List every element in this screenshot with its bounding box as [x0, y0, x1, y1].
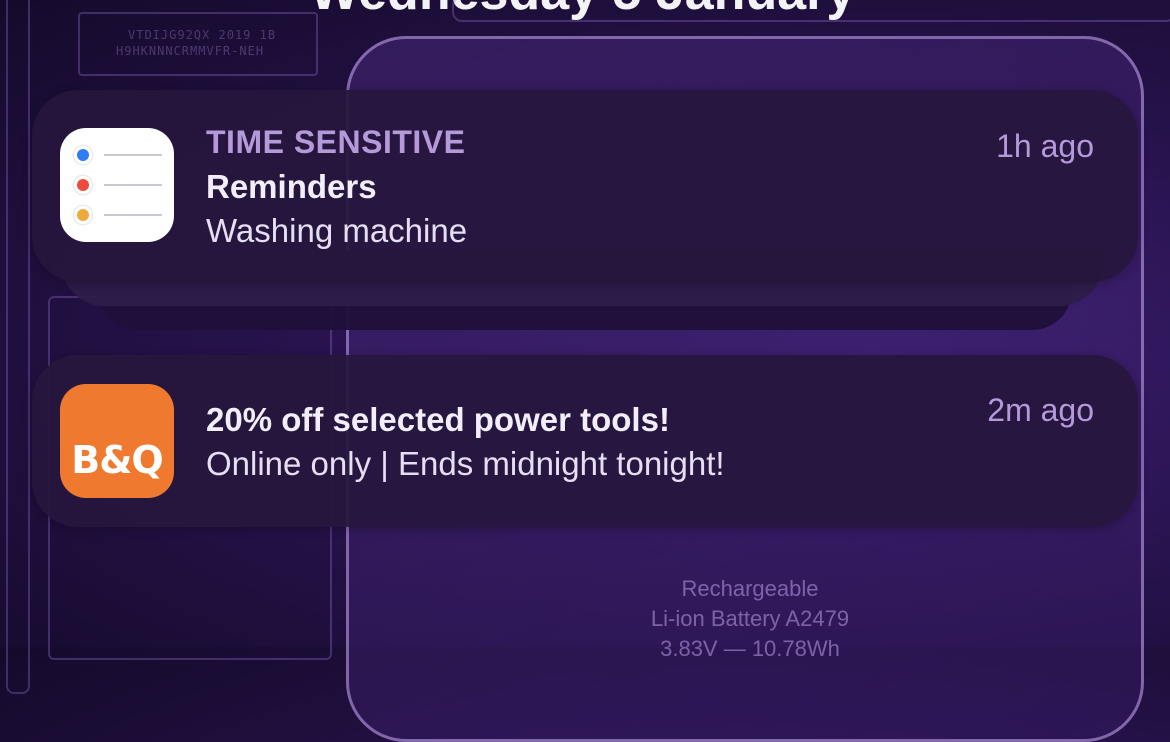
reminders-app-icon: [60, 128, 174, 242]
notification-reminders[interactable]: TIME SENSITIVE Reminders Washing machine…: [32, 90, 1138, 282]
battery-label-1: Rechargeable: [681, 576, 819, 601]
notification-body: Online only | Ends midnight tonight!: [206, 445, 725, 482]
wallpaper-serial-1: VTDIJG92QX 2019 1B: [128, 28, 277, 42]
notification-bq[interactable]: B&Q 20% off selected power tools! Online…: [32, 355, 1138, 527]
notification-time: 1h ago: [996, 128, 1094, 164]
orange-dot-icon: [74, 206, 92, 224]
bq-logo: B&Q: [71, 438, 163, 482]
blue-dot-icon: [74, 146, 92, 164]
bq-app-icon: B&Q: [60, 384, 174, 498]
battery-label-3: 3.83V — 10.78Wh: [660, 636, 840, 661]
wallpaper-frame-top: [452, 0, 1170, 22]
reminder-row-1: [74, 146, 164, 164]
time-sensitive-label: TIME SENSITIVE: [206, 124, 466, 160]
notification-title: 20% off selected power tools!: [206, 401, 670, 438]
red-dot-icon: [74, 176, 92, 194]
reminder-line: [104, 154, 162, 156]
battery-label-2: Li-ion Battery A2479: [650, 606, 850, 631]
reminder-row-2: [74, 176, 164, 194]
reminder-row-3: [74, 206, 164, 224]
notification-time: 2m ago: [987, 392, 1094, 428]
wallpaper-frame-edge: [6, 0, 30, 694]
wallpaper-serial-2: H9HKNNNCRMMVFR-NEH: [116, 44, 265, 58]
reminder-line: [104, 184, 162, 186]
notification-body: Washing machine: [206, 212, 468, 249]
reminder-line: [104, 214, 162, 216]
notification-title: Reminders: [206, 168, 377, 205]
